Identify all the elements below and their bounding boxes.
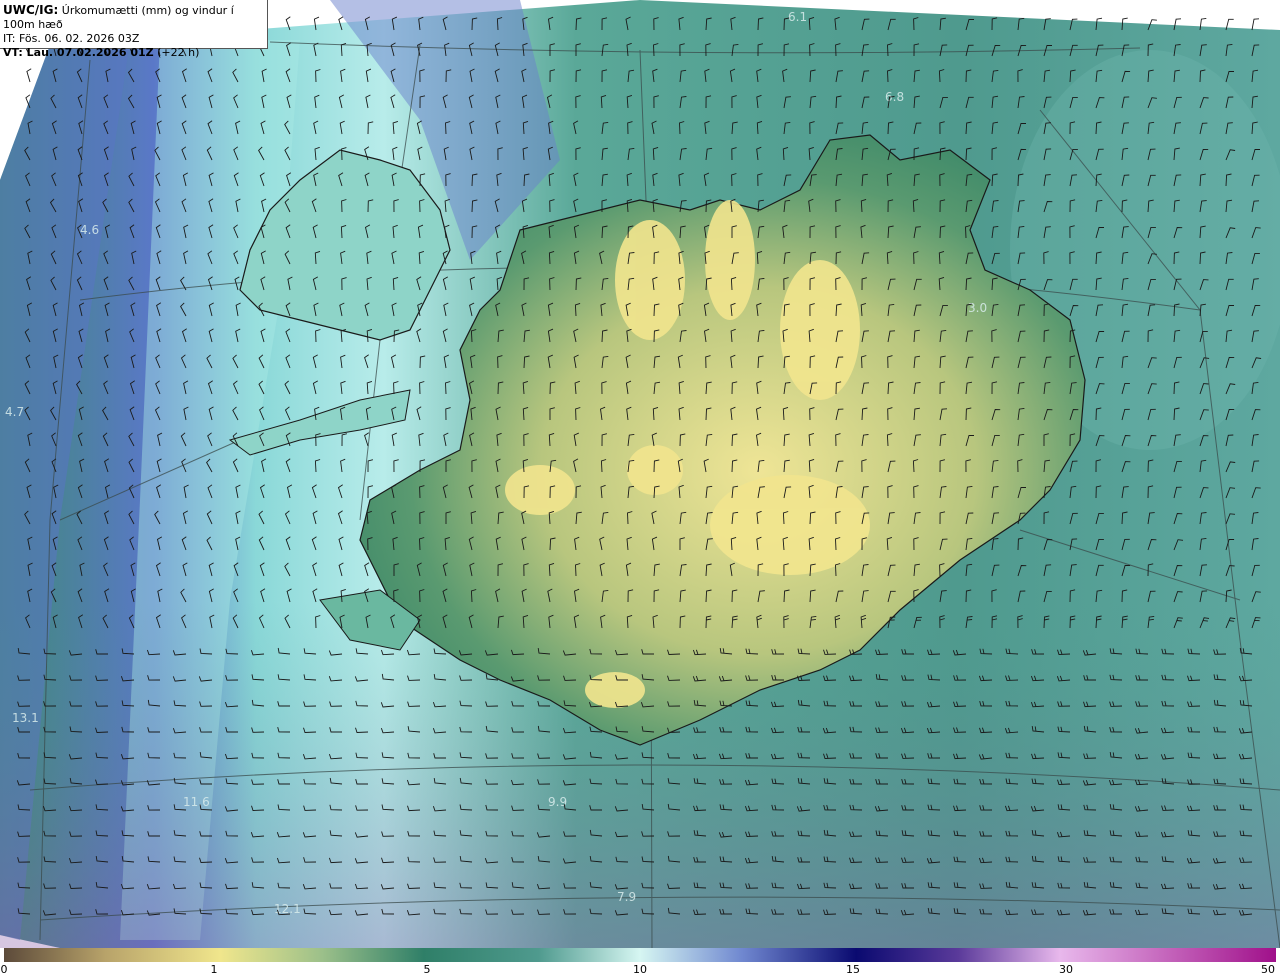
colorbar-tick-label: 1	[210, 963, 218, 976]
weather-map: 4.6 4.7 13.1 11.6 9.9 7.9 12.1 3.0 6.1 6…	[0, 0, 1280, 948]
colorbar-strip	[4, 948, 1276, 962]
colorbar-tick-label: 0	[0, 963, 8, 976]
map-value-label: 9.9	[548, 795, 567, 809]
map-value-label: 7.9	[617, 890, 636, 904]
map-value-label: 4.6	[80, 223, 99, 237]
map-value-label: 3.0	[968, 301, 987, 315]
valid-offset: (+22 h)	[157, 46, 200, 59]
title-line-1: UWC/IG: Úrkomumætti (mm) og vindur í 100…	[3, 3, 263, 32]
map-value-label: 13.1	[12, 711, 39, 725]
map-value-label: 6.8	[885, 90, 904, 104]
init-time: IT: Fös. 06. 02. 2026 03Z	[3, 32, 140, 45]
valid-time: VT: Lau. 07.02.2026 01Z	[3, 46, 154, 59]
product-name: UWC/IG:	[3, 3, 59, 17]
colorbar-tick-label: 30	[1059, 963, 1073, 976]
colorbar-tick-label: 5	[423, 963, 431, 976]
title-line-3: VT: Lau. 07.02.2026 01Z (+22 h)	[3, 46, 263, 60]
map-value-label: 11.6	[183, 795, 210, 809]
map-value-label: 6.1	[788, 10, 807, 24]
map-value-label: 4.7	[5, 405, 24, 419]
title-box: UWC/IG: Úrkomumætti (mm) og vindur í 100…	[0, 0, 268, 59]
colorbar-tick-label: 10	[633, 963, 647, 976]
colorbar: 0 1 5 10 15 30 50	[0, 948, 1280, 978]
colorbar-tick-label: 50	[1261, 963, 1275, 976]
colorbar-tick-label: 15	[846, 963, 860, 976]
